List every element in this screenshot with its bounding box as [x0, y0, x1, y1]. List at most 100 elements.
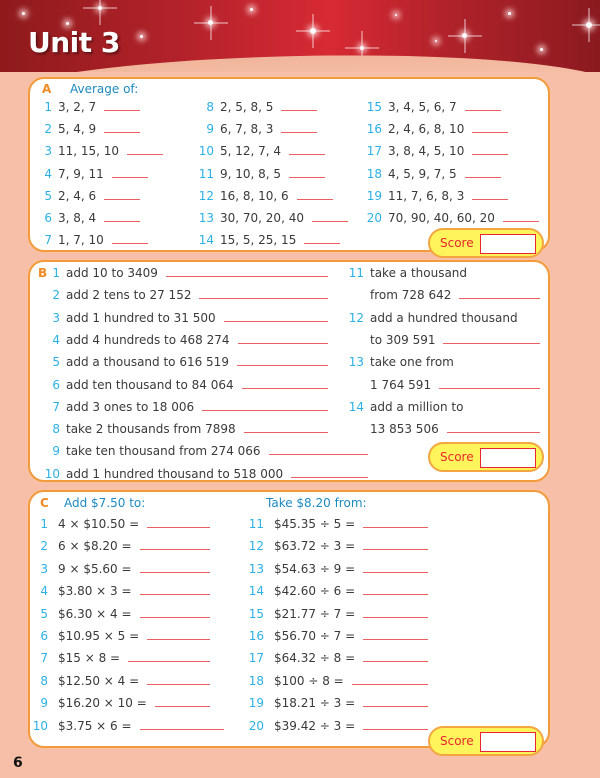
- answer-line[interactable]: [363, 540, 429, 551]
- question-number: 3: [52, 310, 60, 325]
- question-text: $12.50 × 4 =: [58, 673, 140, 688]
- question-text: add a thousand to 616 519: [66, 355, 229, 370]
- answer-line[interactable]: [154, 697, 210, 708]
- answer-line[interactable]: [165, 267, 328, 277]
- question-text: $45.35 ÷ 5 =: [274, 517, 356, 531]
- question-item: 4 7, 9, 11: [36, 167, 148, 181]
- answer-line[interactable]: [472, 123, 509, 134]
- score-input-box[interactable]: [480, 448, 536, 468]
- question-text: $63.72 ÷ 3 =: [274, 539, 356, 554]
- question-text: add 10 to 3409: [66, 266, 158, 280]
- sparkle-icon: [250, 8, 253, 11]
- question-item: 7 $15 × 8 =: [32, 651, 211, 666]
- question-item: 4 add 4 hundreds to 468 274: [44, 333, 328, 347]
- question-item: 14 15, 5, 25, 15: [198, 233, 341, 247]
- score-input-box[interactable]: [480, 234, 536, 254]
- section-b-panel: B 1 add 10 to 3409 2 add 2 tens to 27 152 3 a…: [28, 260, 550, 482]
- answer-line[interactable]: [472, 145, 509, 156]
- answer-line[interactable]: [268, 445, 368, 456]
- answer-line[interactable]: [223, 312, 328, 322]
- question-item: 3 11, 15, 10: [36, 144, 164, 158]
- answer-line[interactable]: [281, 123, 318, 134]
- question-number: 1: [40, 517, 48, 531]
- answer-line[interactable]: [363, 518, 429, 528]
- answer-line[interactable]: [502, 212, 539, 222]
- answer-line[interactable]: [139, 540, 210, 551]
- question-text: 6 × $8.20 =: [58, 539, 132, 554]
- answer-line[interactable]: [443, 334, 541, 344]
- sparkle-icon: [66, 22, 69, 25]
- question-item: 10 5, 12, 7, 4: [198, 144, 326, 158]
- question-text: 9, 10, 8, 5: [220, 166, 282, 181]
- question-text: 4 × $10.50 =: [58, 517, 140, 531]
- answer-line[interactable]: [104, 101, 141, 111]
- answer-line[interactable]: [446, 423, 540, 434]
- question-text: 3, 8, 4: [58, 211, 97, 225]
- answer-line[interactable]: [464, 168, 501, 178]
- answer-line[interactable]: [363, 585, 429, 596]
- question-item: 7 1, 7, 10: [36, 233, 148, 247]
- question-item: 16 $56.70 ÷ 7 =: [248, 629, 429, 643]
- answer-line[interactable]: [363, 608, 429, 618]
- question-item: 13 $54.63 ÷ 9 =: [248, 561, 429, 576]
- question-number: 17: [366, 144, 382, 159]
- answer-line[interactable]: [363, 563, 429, 573]
- answer-line[interactable]: [127, 145, 164, 156]
- answer-line[interactable]: [139, 563, 210, 573]
- question-number: 17: [248, 651, 264, 666]
- answer-line[interactable]: [147, 630, 211, 640]
- question-text: 5, 4, 9: [58, 122, 97, 137]
- answer-line[interactable]: [104, 212, 141, 222]
- answer-line[interactable]: [139, 720, 224, 730]
- question-number: 11: [348, 266, 364, 280]
- answer-line[interactable]: [289, 145, 326, 156]
- question-text: take one from: [370, 355, 454, 370]
- question-text: $54.63 ÷ 9 =: [274, 561, 356, 576]
- sparkle-icon: [360, 46, 364, 50]
- question-item: 4 $3.80 × 3 =: [32, 584, 210, 598]
- answer-line[interactable]: [459, 289, 541, 300]
- answer-line[interactable]: [281, 101, 318, 111]
- answer-line[interactable]: [363, 697, 429, 708]
- answer-line[interactable]: [139, 585, 210, 596]
- question-item: 17 3, 8, 4, 5, 10: [366, 144, 509, 159]
- section-a-panel: A Average of: 1 3, 2, 7 2 5, 4, 9 3 11, 15, 1…: [28, 77, 550, 258]
- answer-line[interactable]: [363, 652, 429, 663]
- answer-line[interactable]: [199, 289, 329, 300]
- answer-line[interactable]: [243, 423, 328, 434]
- score-badge: Score: [428, 228, 544, 258]
- answer-line[interactable]: [147, 518, 211, 528]
- answer-line[interactable]: [291, 468, 369, 478]
- answer-line[interactable]: [363, 720, 429, 730]
- answer-line[interactable]: [296, 190, 333, 200]
- answer-line[interactable]: [439, 379, 541, 389]
- answer-line[interactable]: [104, 123, 141, 134]
- question-item: 6 3, 8, 4: [36, 211, 141, 225]
- answer-line[interactable]: [104, 190, 141, 200]
- question-number: 4: [44, 166, 52, 181]
- question-item: 18 $100 ÷ 8 =: [248, 674, 428, 688]
- answer-line[interactable]: [363, 630, 429, 640]
- question-text: $56.70 ÷ 7 =: [274, 629, 356, 643]
- answer-line[interactable]: [304, 234, 341, 245]
- answer-line[interactable]: [311, 212, 348, 222]
- question-item: 6 add ten thousand to 84 064: [44, 378, 328, 392]
- question-item: 5 add a thousand to 616 519: [44, 355, 328, 369]
- question-text: $15 × 8 =: [58, 651, 121, 666]
- answer-line[interactable]: [202, 401, 329, 411]
- answer-line[interactable]: [237, 334, 328, 344]
- answer-line[interactable]: [139, 608, 210, 618]
- score-input-box[interactable]: [480, 732, 536, 752]
- answer-line[interactable]: [147, 675, 211, 685]
- answer-line[interactable]: [111, 234, 148, 245]
- answer-line[interactable]: [236, 356, 328, 367]
- answer-line[interactable]: [289, 168, 326, 178]
- answer-line[interactable]: [464, 101, 501, 111]
- question-text: to 309 591: [370, 332, 436, 347]
- answer-line[interactable]: [351, 675, 428, 685]
- answer-line[interactable]: [128, 652, 211, 663]
- answer-line[interactable]: [111, 168, 148, 178]
- answer-line[interactable]: [472, 190, 509, 200]
- question-number: 12: [348, 310, 364, 325]
- answer-line[interactable]: [241, 379, 328, 389]
